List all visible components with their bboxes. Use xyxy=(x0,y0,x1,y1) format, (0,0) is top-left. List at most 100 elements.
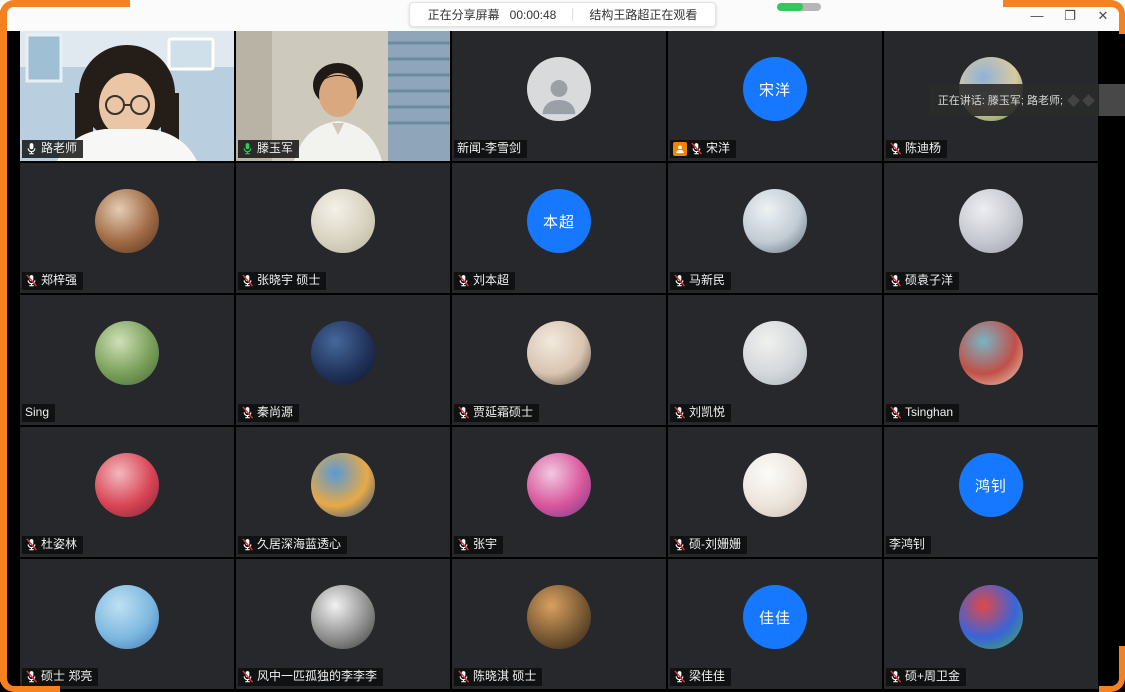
participant-avatar xyxy=(743,189,807,253)
participant-name: 宋洋 xyxy=(706,141,730,156)
mic-icon xyxy=(241,274,254,287)
participant-name-label: 硕+周卫金 xyxy=(886,668,966,686)
participant-tile[interactable]: 马新民 xyxy=(668,163,882,293)
participant-name: 梁佳佳 xyxy=(689,669,725,684)
participant-name: 硕士 郑亮 xyxy=(41,669,92,684)
participant-tile[interactable]: 鸿钊 李鸿钊 xyxy=(884,427,1098,557)
toolbar-divider xyxy=(572,8,573,21)
toggle-fill xyxy=(777,3,803,11)
participant-avatar xyxy=(959,585,1023,649)
participant-name-label: 陈晓淇 硕士 xyxy=(454,668,542,686)
participant-name: 刘本超 xyxy=(473,273,509,288)
mic-icon xyxy=(673,670,686,683)
participant-name-label: 李鸿钊 xyxy=(886,536,931,554)
participant-tile[interactable]: 硕袁子洋 xyxy=(884,163,1098,293)
mic-icon xyxy=(673,538,686,551)
participant-name: 秦尚源 xyxy=(257,405,293,420)
window-title-bar: 正在分享屏幕 00:00:48 结构王路超正在观看 — ❐ ✕ xyxy=(0,0,1125,31)
participant-name: 马新民 xyxy=(689,273,725,288)
participant-avatar xyxy=(311,189,375,253)
share-frame-bottom-right-corner xyxy=(1099,646,1125,692)
participant-name-label: 硕袁子洋 xyxy=(886,272,959,290)
mic-icon xyxy=(241,538,254,551)
screen-share-toolbar[interactable]: 正在分享屏幕 00:00:48 结构王路超正在观看 xyxy=(409,2,717,27)
mic-icon xyxy=(457,406,470,419)
participant-tile[interactable]: 郑梓强 xyxy=(20,163,234,293)
participant-name: 贾延霜硕士 xyxy=(473,405,533,420)
participant-name-label: 张晓宇 硕士 xyxy=(238,272,326,290)
participant-avatar xyxy=(743,453,807,517)
participant-tile[interactable]: 陈晓淇 硕士 xyxy=(452,559,666,689)
speaking-toast: 正在讲话: 滕玉军; 路老师; xyxy=(929,84,1125,116)
participant-tile[interactable]: Tsinghan xyxy=(884,295,1098,425)
mic-icon xyxy=(889,274,902,287)
mic-icon xyxy=(241,142,254,155)
participant-tile[interactable]: 杜姿林 xyxy=(20,427,234,557)
mic-icon xyxy=(889,670,902,683)
participant-tile[interactable]: 秦尚源 xyxy=(236,295,450,425)
participant-avatar xyxy=(311,321,375,385)
participant-tile[interactable]: 新闻-李雪剑 xyxy=(452,31,666,161)
participant-avatar xyxy=(95,189,159,253)
participant-name-label: 滕玉军 xyxy=(238,140,299,158)
participant-name: 刘凯悦 xyxy=(689,405,725,420)
speaking-toast-body: 正在讲话: 滕玉军; 路老师; xyxy=(929,84,1099,116)
participant-name-label: 路老师 xyxy=(22,140,83,158)
participant-grid: 路老师 滕玉军 新闻-李雪剑 xyxy=(20,31,1098,689)
participant-tile[interactable]: 硕+周卫金 xyxy=(884,559,1098,689)
participant-avatar xyxy=(311,585,375,649)
participant-avatar xyxy=(311,453,375,517)
minimize-button[interactable]: — xyxy=(1029,9,1045,22)
window-controls: — ❐ ✕ xyxy=(1029,0,1111,31)
share-frame-left-edge xyxy=(0,10,7,682)
participant-tile[interactable]: 滕玉军 xyxy=(236,31,450,161)
participant-tile[interactable]: 硕-刘姗姗 xyxy=(668,427,882,557)
participant-avatar xyxy=(95,585,159,649)
participant-name-label: 马新民 xyxy=(670,272,731,290)
sharing-status-label: 正在分享屏幕 xyxy=(428,6,500,23)
mic-icon xyxy=(241,406,254,419)
green-progress-toggle[interactable] xyxy=(777,3,821,11)
mic-icon xyxy=(25,538,38,551)
participant-tile[interactable]: 刘凯悦 xyxy=(668,295,882,425)
participant-name-label: 久居深海蓝透心 xyxy=(238,536,347,554)
participant-avatar: 本超 xyxy=(527,189,591,253)
participant-tile[interactable]: 宋洋 宋洋 xyxy=(668,31,882,161)
host-badge-icon xyxy=(673,142,687,156)
mic-icon xyxy=(25,670,38,683)
participant-tile[interactable]: 张晓宇 硕士 xyxy=(236,163,450,293)
mic-icon xyxy=(25,274,38,287)
participant-tile[interactable]: 贾延霜硕士 xyxy=(452,295,666,425)
participant-tile[interactable]: 久居深海蓝透心 xyxy=(236,427,450,557)
participant-avatar xyxy=(959,189,1023,253)
participant-name-label: 郑梓强 xyxy=(22,272,83,290)
participant-name-label: 新闻-李雪剑 xyxy=(454,140,527,158)
participant-name-label: 刘本超 xyxy=(454,272,515,290)
participant-name-label: 硕-刘姗姗 xyxy=(670,536,747,554)
mic-icon xyxy=(457,670,470,683)
participant-avatar: 佳佳 xyxy=(743,585,807,649)
participant-tile[interactable]: 本超 刘本超 xyxy=(452,163,666,293)
participant-name: 杜姿林 xyxy=(41,537,77,552)
participant-name-label: 秦尚源 xyxy=(238,404,299,422)
participant-tile[interactable]: 风中一匹孤独的李李李 xyxy=(236,559,450,689)
restore-button[interactable]: ❐ xyxy=(1062,9,1078,22)
participant-name: 久居深海蓝透心 xyxy=(257,537,341,552)
participant-avatar: 鸿钊 xyxy=(959,453,1023,517)
participant-name: 陈迪杨 xyxy=(905,141,941,156)
participant-tile[interactable]: 路老师 xyxy=(20,31,234,161)
mic-icon xyxy=(457,538,470,551)
participant-tile[interactable]: 张宇 xyxy=(452,427,666,557)
participant-tile[interactable]: 硕士 郑亮 xyxy=(20,559,234,689)
participant-tile[interactable]: Sing xyxy=(20,295,234,425)
mic-icon xyxy=(25,142,38,155)
participant-name: 张晓宇 硕士 xyxy=(257,273,320,288)
close-button[interactable]: ✕ xyxy=(1095,9,1111,22)
participant-name: Tsinghan xyxy=(905,405,953,420)
participant-tile[interactable]: 佳佳 梁佳佳 xyxy=(668,559,882,689)
participant-name-label: 风中一匹孤独的李李李 xyxy=(238,668,383,686)
participant-name: 新闻-李雪剑 xyxy=(457,141,521,156)
participant-name: 硕-刘姗姗 xyxy=(689,537,741,552)
participant-avatar xyxy=(95,453,159,517)
participant-name: 张宇 xyxy=(473,537,497,552)
